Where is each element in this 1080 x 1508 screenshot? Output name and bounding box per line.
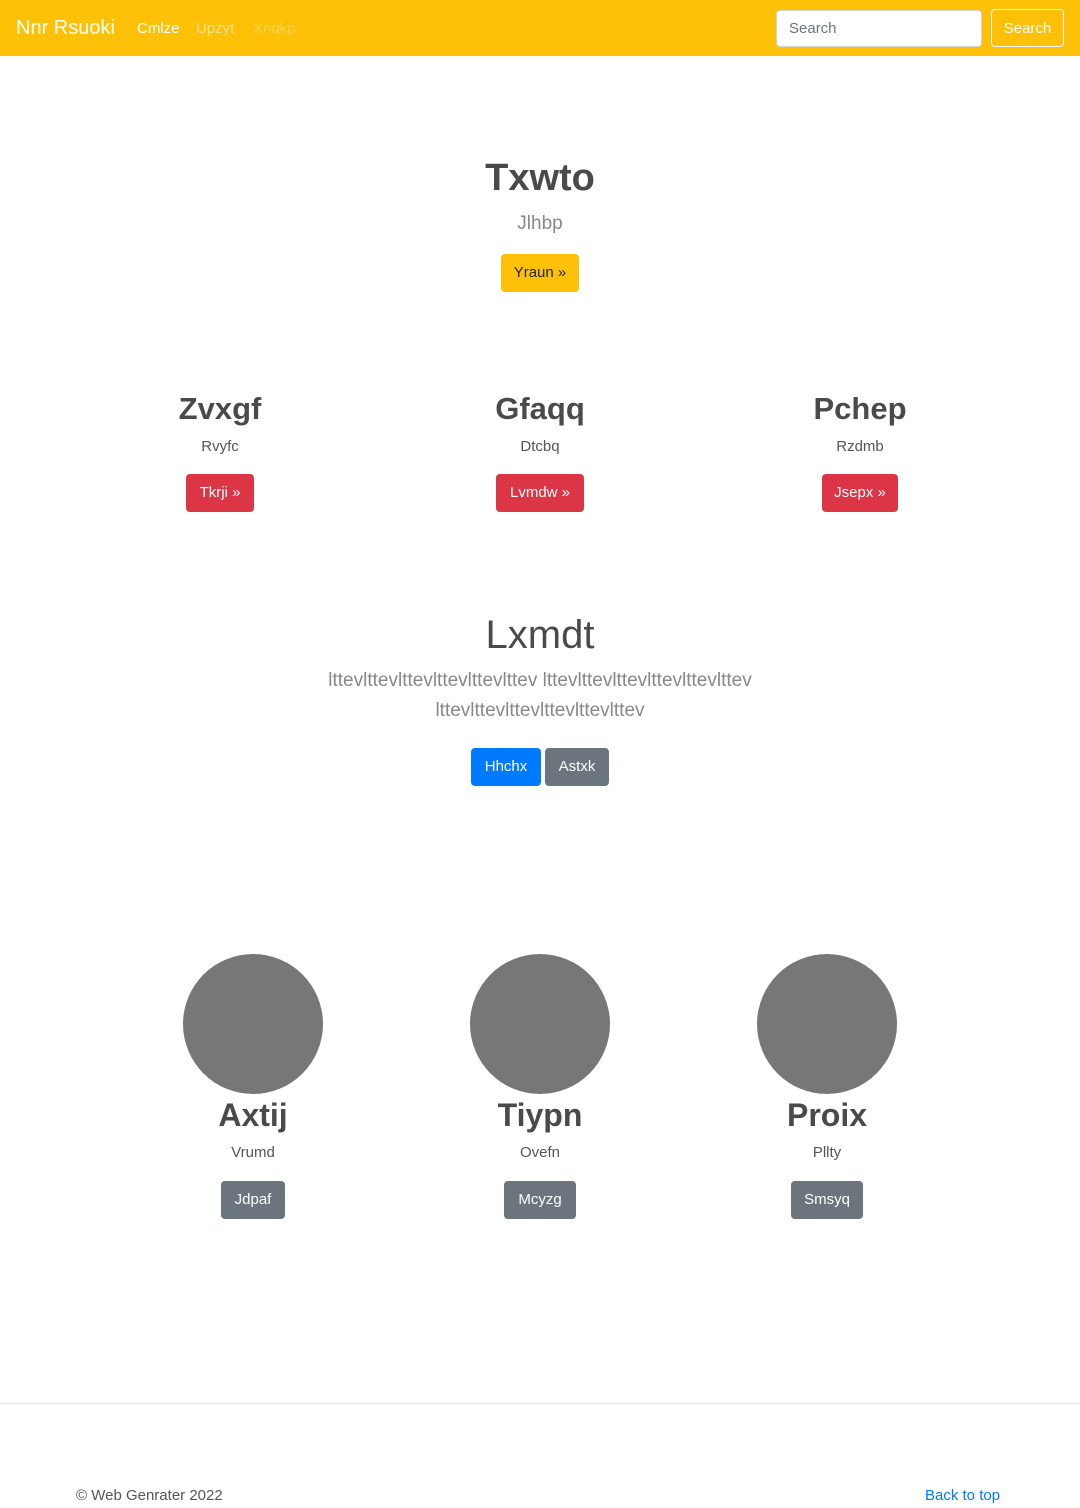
lead-secondary-button[interactable]: Astxk (545, 748, 609, 786)
lead-text: lttevlttevlttevlttevlttevlttev lttevltte… (328, 670, 752, 721)
marketing-heading: Tiypn (497, 1097, 583, 1133)
lead-primary-button[interactable]: Hhchx (471, 748, 541, 786)
marketing-button-2[interactable]: Mcyzg (504, 1181, 576, 1219)
feature-text: Dtcbq (520, 438, 560, 455)
feature-column-1: Zvxgf Rvyfc (60, 390, 380, 456)
marketing-button-1[interactable]: Jdpaf (221, 1181, 285, 1219)
feature-column-3: Pchep Rzdmb (700, 390, 1020, 456)
navbar-brand[interactable]: Nnr Rsuoki (16, 16, 115, 40)
navbar: Nnr Rsuoki Cmlze Upzyt Xnqkp Search (0, 0, 1080, 56)
feature-button-2[interactable]: Lvmdw » (496, 474, 584, 512)
nav-link-xnqkp[interactable]: Xnqkp (253, 19, 296, 39)
hero-title: Txwto (485, 157, 595, 199)
placeholder-circle-image (183, 954, 323, 1094)
nav-link-upzyt[interactable]: Upzyt (196, 19, 234, 39)
marketing-text: Pllty (812, 1144, 842, 1161)
footer-copyright: © Web Genrater 2022 (76, 1487, 223, 1504)
placeholder-circle-image (470, 954, 610, 1094)
footer-divider (0, 1403, 1080, 1404)
feature-heading: Zvxgf (178, 391, 262, 426)
placeholder-circle-image (757, 954, 897, 1094)
back-to-top-link[interactable]: Back to top (925, 1486, 1000, 1506)
search-button[interactable]: Search (991, 9, 1064, 47)
feature-column-2: Gfaqq Dtcbq (380, 390, 700, 456)
marketing-text: Ovefn (519, 1144, 561, 1161)
feature-text: Rzdmb (836, 438, 884, 455)
feature-heading: Pchep (813, 391, 907, 426)
feature-text: Rvyfc (201, 438, 239, 455)
marketing-heading: Axtij (218, 1097, 288, 1133)
marketing-heading: Proix (786, 1097, 868, 1133)
search-input[interactable] (776, 10, 982, 47)
feature-heading: Gfaqq (495, 391, 585, 426)
marketing-button-3[interactable]: Smsyq (791, 1181, 863, 1219)
hero-button[interactable]: Yraun » (501, 254, 579, 292)
marketing-text: Vrumd (231, 1144, 275, 1161)
feature-button-3[interactable]: Jsepx » (822, 474, 898, 512)
feature-button-1[interactable]: Tkrji » (186, 474, 254, 512)
nav-link-cmlze[interactable]: Cmlze (137, 19, 180, 39)
hero-subtitle: Jlhbp (517, 213, 563, 234)
lead-title: Lxmdt (485, 613, 595, 657)
